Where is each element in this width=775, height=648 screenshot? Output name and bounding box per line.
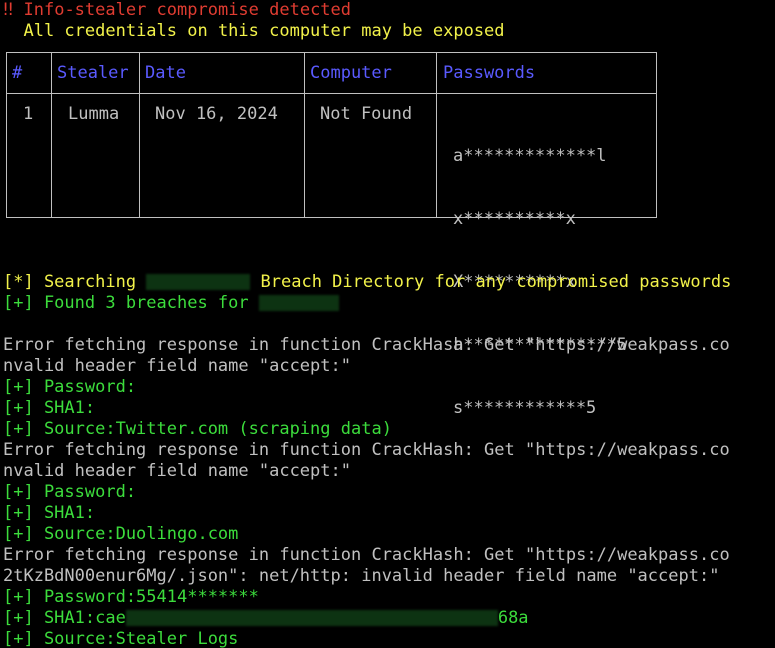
cell-computer: Not Found [320, 104, 413, 124]
sha1-prefix: [+] SHA1:cae [3, 608, 126, 628]
log-line: [+] Source:Duolingo.com [3, 524, 239, 544]
table-header-border [6, 93, 657, 94]
table-top-border [6, 52, 657, 53]
log-line: [+] SHA1: [3, 503, 96, 523]
password-entry: s************5 [453, 398, 597, 418]
log-line: nvalid header field name "accept:" [3, 461, 351, 481]
stealer-table: # Stealer Date Computer Passwords 1 Lumm… [6, 52, 657, 418]
found-line: [+] Found 3 breaches for [3, 293, 339, 314]
table-col-divider [304, 52, 305, 218]
log-line: 2tKzBdN00enur6Mg/.json": net/http: inval… [3, 566, 720, 586]
log-line: Error fetching response in function Crac… [3, 440, 730, 460]
sha1-suffix: 68a [497, 608, 529, 628]
header-computer: Computer [310, 63, 392, 83]
warning-icon: ‼ [3, 0, 14, 20]
log-line: [+] Password:55414******* [3, 587, 259, 607]
log-line: [+] Password: [3, 482, 137, 502]
search-suffix: Breach Directory for any compromised pas… [250, 272, 732, 292]
log-line: nvalid header field name "accept:" [3, 356, 351, 376]
log-line: [+] SHA1: [3, 398, 96, 418]
table-col-divider [139, 52, 140, 218]
log-line: Error fetching response in function Crac… [3, 335, 730, 355]
log-line: [+] Source:Twitter.com (scraping data) [3, 419, 392, 439]
log-line: Error fetching response in function Crac… [3, 545, 730, 565]
found-prefix: [+] Found 3 breaches for [3, 293, 259, 313]
header-stealer: Stealer [57, 63, 129, 83]
cell-date: Nov 16, 2024 [155, 104, 278, 124]
redacted-block [146, 274, 251, 290]
search-prefix: [*] Searching [3, 272, 147, 292]
alert-title-line: ‼ Info-stealer compromise detected [3, 0, 351, 21]
table-col-divider [656, 52, 657, 218]
password-entry: a*************l [453, 146, 607, 166]
header-date: Date [145, 63, 186, 83]
table-col-divider [51, 52, 52, 218]
redacted-block [258, 295, 339, 311]
table-col-divider [6, 52, 7, 218]
search-line: [*] Searching Breach Directory for any c… [3, 272, 731, 293]
log-line: [+] Source:Stealer Logs [3, 629, 239, 648]
alert-subtitle-line: All credentials on this computer may be … [3, 21, 505, 42]
cell-index: 1 [23, 104, 34, 124]
log-line: [+] Password: [3, 377, 137, 397]
header-index: # [12, 63, 23, 83]
table-col-divider [436, 52, 437, 218]
cell-stealer: Lumma [68, 104, 120, 124]
redacted-block [125, 610, 498, 626]
header-passwords: Passwords [443, 63, 536, 83]
alert-title: Info-stealer compromise detected [23, 0, 352, 20]
sha1-line: [+] SHA1:cae 68a [3, 608, 529, 629]
alert-subtitle: All credentials on this computer may be … [23, 21, 505, 41]
password-entry: x**********x [453, 209, 576, 229]
